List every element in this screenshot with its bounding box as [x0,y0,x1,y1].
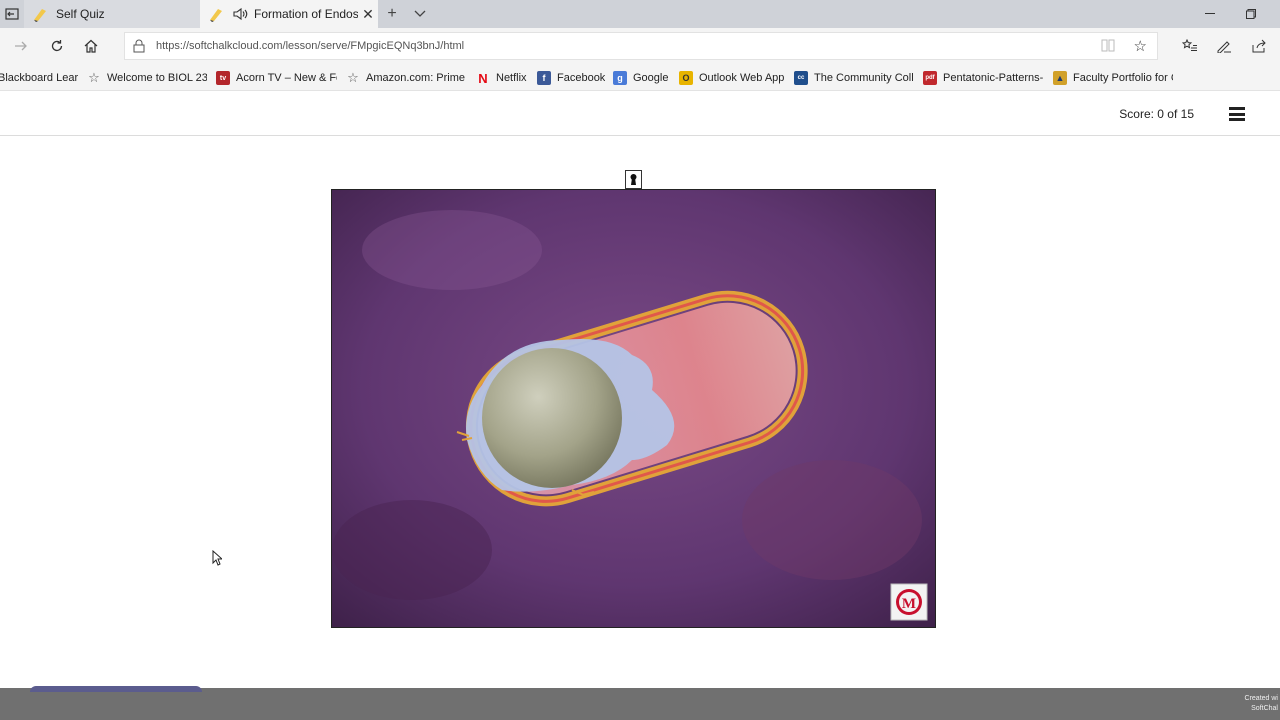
favorite-welcome-biol[interactable]: ☆ Welcome to BIOL 230 [87,70,207,86]
notes-pen-icon[interactable] [1210,34,1238,58]
favorite-label: Blackboard Learn [0,72,78,84]
lesson-footer-bar [0,688,1280,720]
outlook-icon: O [679,71,693,85]
favorite-label: Google [633,72,669,84]
animation-video[interactable]: M [331,189,936,628]
favorite-google[interactable]: g Google [613,70,671,86]
favorite-label: Outlook Web App [699,72,785,84]
tab-title: Self Quiz [56,7,105,21]
favorite-community-college[interactable]: cc The Community Colle [794,70,914,86]
mcgraw-hill-logo: M [890,583,928,621]
favorite-acorn-tv[interactable]: tv Acorn TV – New & Fe [216,70,337,86]
favorite-facebook[interactable]: f Facebook [537,70,605,86]
pdf-icon: pdf [923,71,937,85]
browser-tab-strip: Self Quiz Formation of Endos ✕ + [0,0,1280,28]
favorites-hub-icon[interactable] [1176,34,1204,58]
acorn-tv-icon: tv [216,71,230,85]
portfolio-icon: ▲ [1053,71,1067,85]
menu-hamburger-icon[interactable] [1229,107,1245,121]
reading-view-icon[interactable] [1101,39,1117,53]
audio-playing-icon[interactable] [232,6,248,22]
tab-actions-icon[interactable] [0,0,24,28]
url-text: https://softchalkcloud.com/lesson/serve/… [156,40,465,52]
address-bar[interactable]: https://softchalkcloud.com/lesson/serve/… [124,32,1158,60]
favorite-label: Facebook [557,72,605,84]
favorite-faculty-portfolio[interactable]: ▲ Faculty Portfolio for C [1053,70,1173,86]
favorite-pentatonic[interactable]: pdf Pentatonic-Patterns-f [923,70,1043,86]
favorite-outlook[interactable]: O Outlook Web App [679,70,785,86]
google-icon: g [613,71,627,85]
favorite-label: The Community Colle [814,72,914,84]
svg-text:M: M [902,596,916,612]
forward-arrow-icon[interactable] [7,34,35,58]
browser-navigation-bar: https://softchalkcloud.com/lesson/serve/… [0,28,1280,64]
favorite-label: Pentatonic-Patterns-f [943,72,1043,84]
tab-title: Formation of Endos [254,7,358,21]
star-outline-icon: ☆ [88,70,100,85]
navigation-tab-button[interactable] [30,686,202,692]
favorite-label: Faculty Portfolio for C [1073,72,1173,84]
softchalk-favicon-icon [208,6,224,22]
add-favorite-star-icon[interactable]: ☆ [1134,37,1147,55]
favorite-label: Netflix [496,72,527,84]
new-tab-icon[interactable]: + [382,4,402,24]
keyhole-icon[interactable] [625,170,642,189]
refresh-icon[interactable] [43,34,71,58]
college-icon: cc [794,71,808,85]
favorites-bar: Blackboard Learn ☆ Welcome to BIOL 230 t… [0,64,1280,91]
close-tab-icon[interactable]: ✕ [358,6,378,23]
lock-icon [133,39,145,53]
favorite-label: Amazon.com: Prime I [366,72,466,84]
score-text: Score: 0 of 15 [1119,107,1194,121]
favorite-label: Acorn TV – New & Fe [236,72,337,84]
favorite-label: Welcome to BIOL 230 [107,72,207,84]
credit-line-2: SoftChal [1251,705,1278,712]
restore-icon[interactable] [1231,0,1271,28]
softchalk-credit[interactable]: Created wi SoftChal [1245,694,1278,714]
chevron-down-icon[interactable] [410,4,430,24]
lesson-header: Score: 0 of 15 [0,92,1280,136]
home-icon[interactable] [77,34,105,58]
favorite-blackboard[interactable]: Blackboard Learn [0,70,78,86]
mouse-pointer-icon [212,549,224,566]
credit-line-1: Created wi [1244,695,1278,702]
favorite-netflix[interactable]: N Netflix [476,70,530,86]
favorite-amazon[interactable]: ☆ Amazon.com: Prime I [346,70,466,86]
tab-formation-of-endospores[interactable]: Formation of Endos ✕ [200,0,378,28]
tab-self-quiz[interactable]: Self Quiz [24,0,200,28]
minimize-icon[interactable] [1190,0,1230,28]
netflix-icon: N [478,70,488,86]
softchalk-favicon-icon [32,6,48,22]
facebook-icon: f [537,71,551,85]
share-icon[interactable] [1245,34,1273,58]
star-outline-icon: ☆ [347,70,359,85]
